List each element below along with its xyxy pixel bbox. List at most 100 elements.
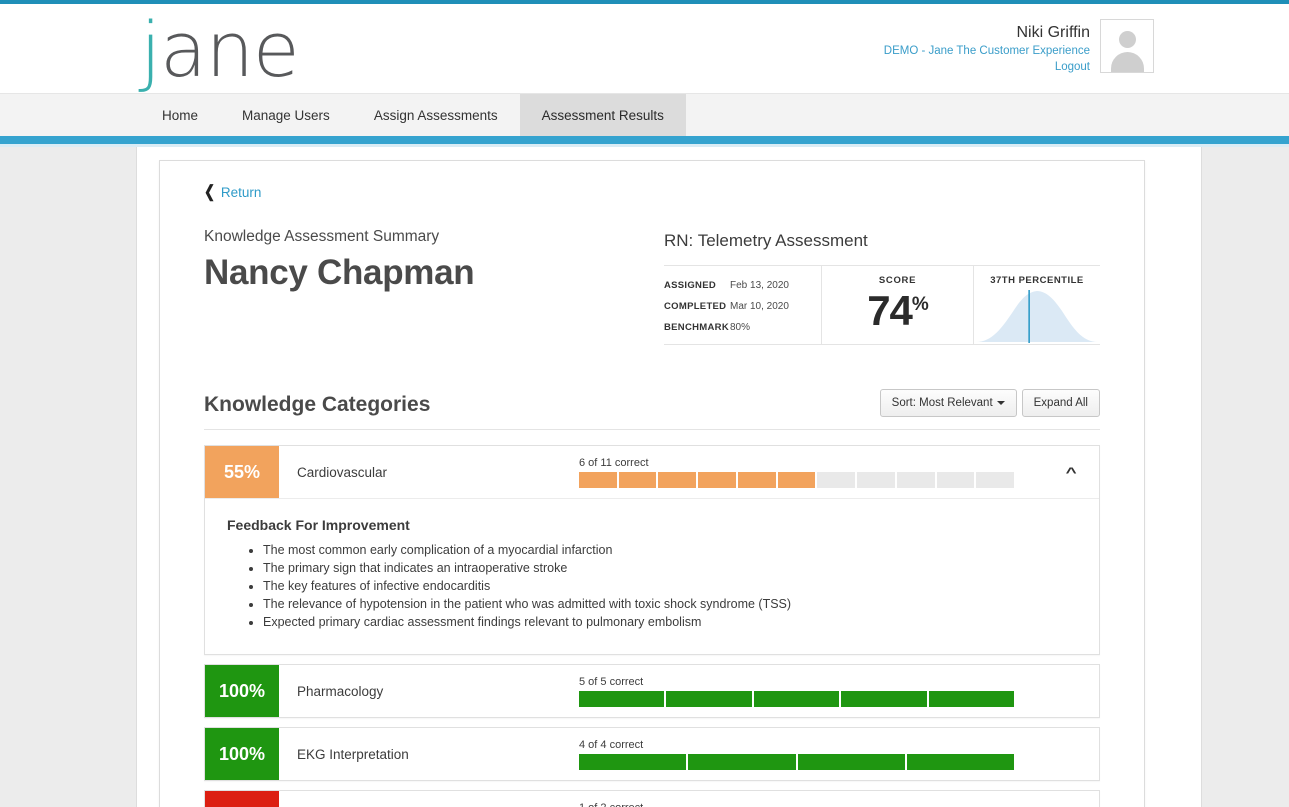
logo-letters-ane: ane (160, 5, 299, 94)
category-progress-bar (579, 753, 1014, 770)
page-body: ❮ Return Knowledge Assessment Summary Na… (0, 147, 1289, 807)
nav-items: Home Manage Users Assign Assessments Assess… (140, 94, 1289, 136)
category-count-text: 1 of 2 correct (579, 802, 1033, 807)
score-unit: % (911, 294, 929, 315)
caret-down-icon (996, 400, 1005, 405)
progress-segment (906, 753, 1014, 770)
progress-segment (936, 471, 975, 488)
bell-curve-svg (976, 290, 1098, 343)
progress-segment (896, 471, 935, 488)
user-text: Niki Griffin DEMO - Jane The Customer Ex… (884, 19, 1090, 75)
score-value-wrap: 74% (822, 286, 973, 336)
blue-divider-bar (0, 136, 1289, 144)
progress-segment (688, 753, 796, 770)
nav-item-assign-assessments[interactable]: Assign Assessments (352, 94, 520, 136)
category-row[interactable]: 100% EKG Interpretation 4 of 4 correct (205, 728, 1099, 780)
chevron-down-icon[interactable]: ⌄ (1043, 791, 1099, 807)
category-chevron-placeholder (1043, 728, 1099, 780)
return-link[interactable]: ❮ Return (204, 182, 262, 201)
progress-segment (976, 471, 1015, 488)
return-label: Return (220, 184, 262, 200)
category-percent-badge: 55% (205, 446, 279, 498)
category-progress-wrap: 5 of 5 correct (579, 665, 1043, 717)
category-percent-badge: 100% (205, 728, 279, 780)
logout-link[interactable]: Logout (884, 60, 1090, 75)
summary-subtitle: Knowledge Assessment Summary (204, 228, 440, 245)
category-row[interactable]: 55% Cardiovascular 6 of 11 correct ^ (205, 446, 1099, 498)
progress-segment (618, 471, 657, 488)
category-card: 100% Pharmacology 5 of 5 correct (204, 664, 1100, 718)
assessment-title: RN: Telemetry Assessment (664, 231, 868, 250)
progress-segment (928, 690, 1015, 707)
logo-letter-j: j (140, 5, 161, 94)
category-progress-wrap: 1 of 2 correct (579, 791, 1043, 807)
feedback-item: Expected primary cardiac assessment find… (263, 614, 1077, 632)
stats-strip: ASSIGNED Feb 13, 2020 COMPLETED Mar 10, 202… (664, 265, 1100, 345)
nav-item-assessment-results[interactable]: Assessment Results (519, 94, 686, 136)
progress-segment (797, 753, 905, 770)
main-navigation: Home Manage Users Assign Assessments Assess… (0, 94, 1289, 136)
meta-value: Mar 10, 2020 (730, 301, 789, 312)
percentile-bell-curve (974, 288, 1100, 344)
feedback-item: The key features of infective endocardit… (263, 578, 1077, 596)
feedback-item: The most common early complication of a … (263, 542, 1077, 560)
summary-section: Knowledge Assessment Summary Nancy Chapm… (204, 228, 1100, 345)
meta-value: Feb 13, 2020 (730, 280, 789, 291)
sort-button-label: Sort: Most Relevant (891, 397, 993, 409)
category-progress-bar (579, 690, 1015, 707)
results-panel: ❮ Return Knowledge Assessment Summary Na… (159, 160, 1145, 807)
expand-all-button[interactable]: Expand All (1021, 389, 1100, 417)
chevron-up-icon[interactable]: ^ (1043, 446, 1099, 498)
feedback-title: Feedback For Improvement (227, 517, 410, 533)
category-percent-badge: 100% (205, 665, 279, 717)
nav-item-manage-users[interactable]: Manage Users (220, 94, 352, 136)
categories-divider (204, 429, 1100, 430)
progress-segment (737, 471, 776, 488)
user-box: Niki Griffin DEMO - Jane The Customer Ex… (884, 19, 1154, 75)
user-avatar-icon[interactable] (1100, 19, 1154, 73)
score-value: 74 (867, 287, 913, 334)
meta-key: COMPLETED (664, 301, 727, 312)
summary-right: RN: Telemetry Assessment ASSIGNED Feb 13,… (664, 228, 1100, 345)
category-name: Pharmacology (297, 683, 384, 699)
avatar-body (1111, 52, 1144, 72)
feedback-item: The relevance of hypotension in the pati… (263, 596, 1077, 614)
progress-segment (753, 690, 840, 707)
nav-item-home[interactable]: Home (140, 94, 220, 136)
category-card: 100% EKG Interpretation 4 of 4 correct (204, 727, 1100, 781)
avatar-head (1119, 31, 1136, 48)
category-feedback-body: Feedback For Improvement The most common … (205, 498, 1099, 654)
user-name: Niki Griffin (1016, 24, 1091, 41)
sort-button[interactable]: Sort: Most Relevant (879, 389, 1017, 417)
category-row[interactable]: 100% Pharmacology 5 of 5 correct (205, 665, 1099, 717)
meta-value: 80% (730, 322, 751, 333)
jane-logo[interactable]: jane (140, 5, 300, 94)
meta-key: BENCHMARK (664, 322, 729, 333)
category-row[interactable]: 50%Lab Tests1 of 2 correct ⌄ (205, 791, 1099, 807)
category-progress-wrap: 4 of 4 correct (579, 728, 1043, 780)
summary-left: Knowledge Assessment Summary Nancy Chapm… (204, 228, 664, 293)
category-count-text: 6 of 11 correct (579, 456, 649, 469)
masthead: jane Niki Griffin DEMO - Jane The Custom… (0, 5, 1289, 94)
progress-segment (857, 471, 895, 488)
category-name: Cardiovascular (297, 464, 388, 480)
user-org-link[interactable]: DEMO - Jane The Customer Experience (884, 43, 1090, 60)
progress-segment (579, 690, 665, 707)
progress-segment (841, 690, 927, 707)
percentile-label: 37TH PERCENTILE (990, 275, 1084, 286)
category-count-text: 4 of 4 correct (579, 738, 644, 751)
bell-curve-shape (976, 291, 1098, 342)
meta-key: ASSIGNED (664, 280, 717, 291)
progress-segment (579, 471, 617, 488)
category-name: EKG Interpretation (297, 746, 409, 762)
knowledge-categories-header: Knowledge Categories Sort: Most Relevant… (204, 389, 1100, 417)
category-card: 50%Lab Tests1 of 2 correct ⌄ (204, 790, 1100, 807)
feedback-item: The primary sign that indicates an intra… (263, 560, 1077, 578)
score-label: SCORE (878, 275, 917, 286)
progress-segment (579, 753, 687, 770)
content-container: ❮ Return Knowledge Assessment Summary Na… (136, 147, 1202, 807)
progress-segment (698, 471, 736, 488)
category-progress-bar (579, 471, 1015, 488)
score-block: SCORE 74% (822, 266, 974, 344)
progress-segment (666, 690, 752, 707)
